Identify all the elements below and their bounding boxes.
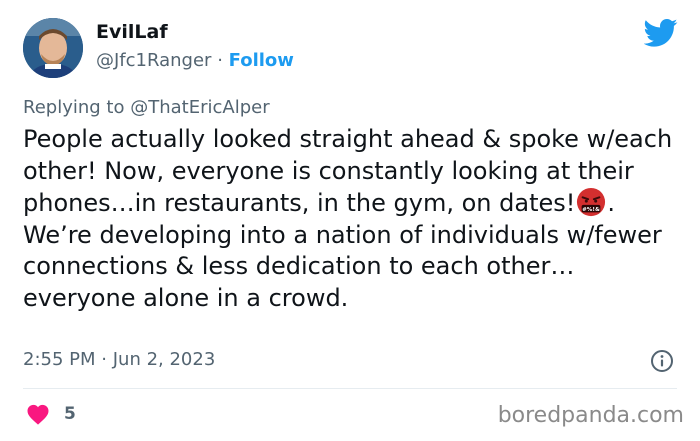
twitter-bird-icon[interactable] — [644, 18, 678, 48]
separator-dot: · — [217, 50, 223, 71]
reply-mention-link[interactable]: @ThatEricAlper — [130, 97, 269, 118]
display-name[interactable]: EvilLaf — [96, 20, 168, 44]
angry-face-with-symbols-emoji: #%!& — [577, 187, 606, 217]
heart-icon[interactable] — [26, 403, 50, 425]
like-button[interactable]: 5 — [26, 402, 76, 426]
tweet-paragraph-1: People actually looked straight ahead & … — [23, 124, 683, 220]
tweet-paragraph-2: We’re developing into a nation of indivi… — [23, 220, 662, 312]
replying-to-prefix: Replying to — [23, 97, 125, 118]
divider — [23, 388, 677, 389]
tweet-text-line1: People actually looked straight ahead & … — [23, 125, 673, 217]
meta-separator: · — [101, 349, 107, 370]
tweet-text-line1-end: . — [607, 189, 616, 217]
tweet-date: Jun 2, 2023 — [112, 349, 216, 370]
avatar[interactable] — [23, 18, 83, 78]
user-handle[interactable]: @Jfc1Ranger — [96, 50, 211, 71]
svg-text:#%!&: #%!& — [582, 207, 600, 213]
handle-row: @Jfc1Ranger · Follow — [96, 49, 294, 73]
replying-to: Replying to @ThatEricAlper — [23, 95, 270, 121]
tweet-text: People actually looked straight ahead & … — [23, 124, 683, 314]
follow-button[interactable]: Follow — [229, 50, 294, 71]
tweet-time: 2:55 PM — [23, 349, 96, 370]
info-icon[interactable] — [650, 349, 674, 373]
like-count: 5 — [64, 404, 76, 424]
tweet-card: EvilLaf @Jfc1Ranger · Follow Replying to… — [0, 0, 700, 441]
watermark: boredpanda.com — [497, 403, 684, 428]
avatar-image — [23, 18, 83, 78]
tweet-timestamp[interactable]: 2:55 PM · Jun 2, 2023 — [23, 347, 215, 373]
